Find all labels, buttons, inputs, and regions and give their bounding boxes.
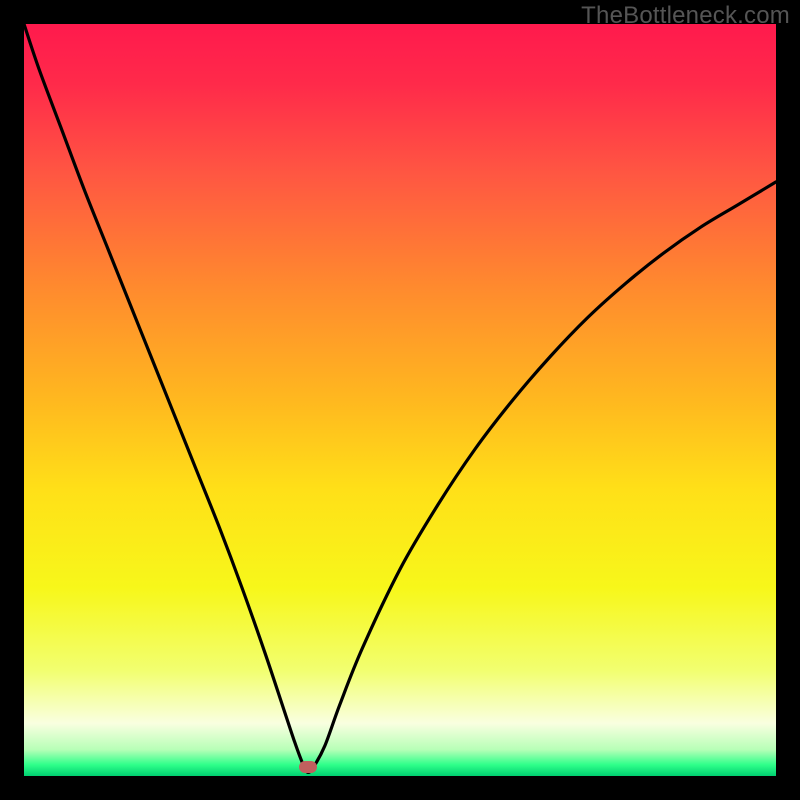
chart-frame xyxy=(24,24,776,776)
bottleneck-curve xyxy=(24,24,776,776)
watermark-text: TheBottleneck.com xyxy=(581,2,790,30)
minimum-marker xyxy=(299,761,317,773)
